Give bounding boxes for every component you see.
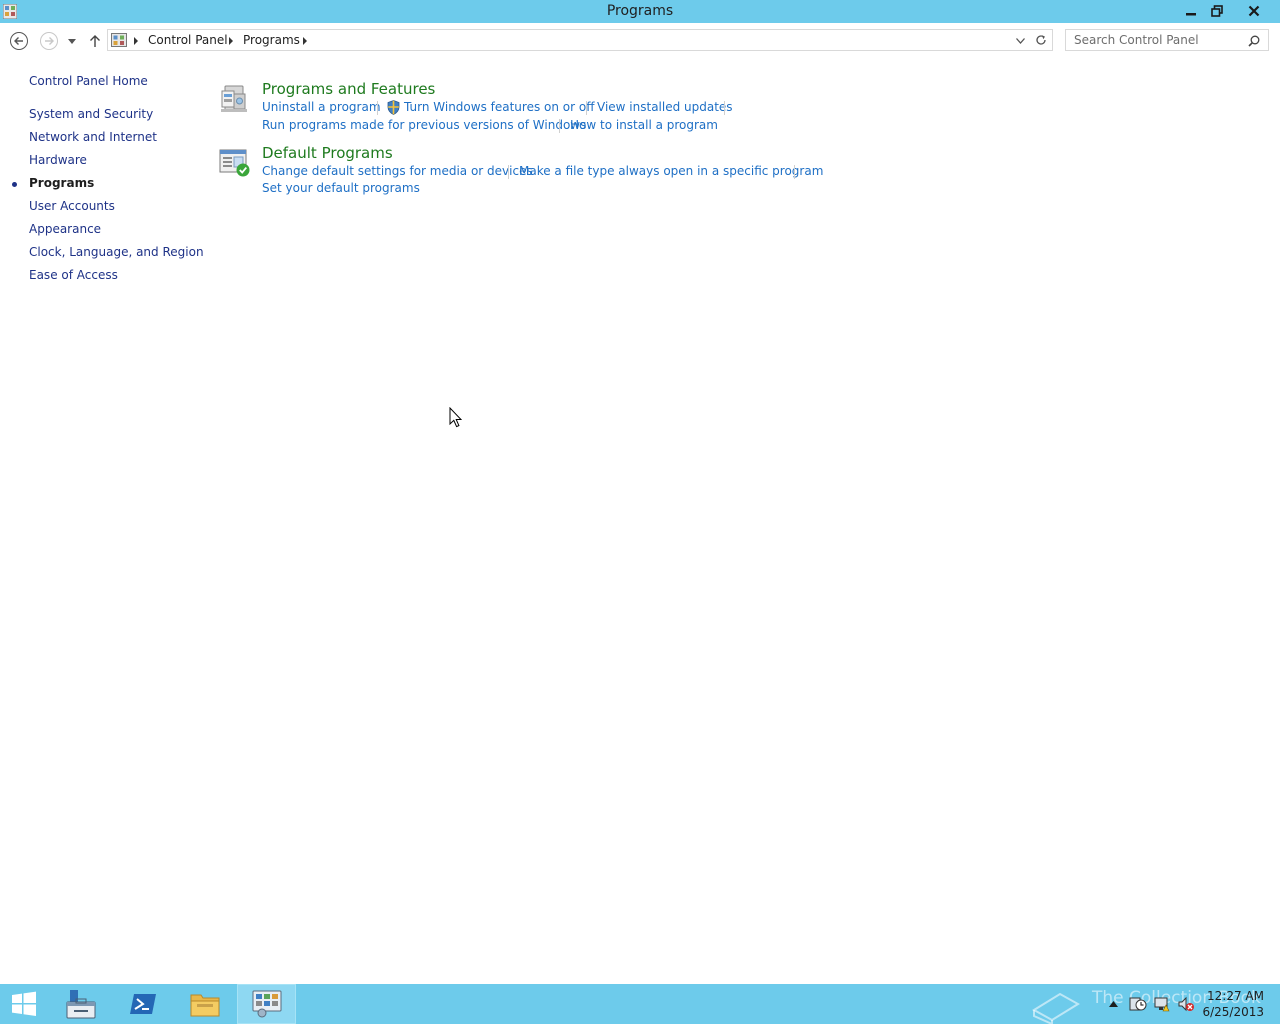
server-status-icon xyxy=(1129,997,1147,1011)
uninstall-program-link[interactable]: Uninstall a program xyxy=(262,100,381,114)
search-box[interactable] xyxy=(1065,29,1269,51)
breadcrumb-programs[interactable]: Programs xyxy=(243,33,300,47)
nav-hardware[interactable]: Hardware xyxy=(29,153,87,167)
how-to-install-program-link[interactable]: How to install a program xyxy=(570,118,718,132)
programs-features-icon[interactable] xyxy=(219,82,249,114)
taskbar: The Collection Book 12:27 AM 6/25/2013 xyxy=(0,984,1280,1024)
chevron-up-icon xyxy=(1108,1001,1118,1007)
control-panel-icon xyxy=(252,990,281,1018)
tray-volume-icon-button[interactable] xyxy=(1176,984,1196,1024)
show-hidden-icons-button[interactable] xyxy=(1104,984,1122,1024)
run-programs-previous-versions-link[interactable]: Run programs made for previous versions … xyxy=(262,118,586,132)
chevron-down-icon xyxy=(68,38,76,44)
make-file-type-open-link[interactable]: Make a file type always open in a specif… xyxy=(519,164,823,178)
nav-network-and-internet[interactable]: Network and Internet xyxy=(29,130,157,144)
recent-locations-button[interactable] xyxy=(66,36,78,46)
control-panel-home-link[interactable]: Control Panel Home xyxy=(29,74,148,88)
start-button[interactable] xyxy=(0,984,48,1024)
forward-button[interactable] xyxy=(39,31,59,51)
current-item-bullet xyxy=(12,182,17,187)
search-input[interactable] xyxy=(1066,30,1250,50)
minimize-button[interactable] xyxy=(1178,0,1204,21)
search-icon[interactable] xyxy=(1248,35,1260,47)
nav-programs[interactable]: Programs xyxy=(29,176,94,190)
clock-date: 6/25/2013 xyxy=(1202,1005,1264,1019)
nav-user-accounts[interactable]: User Accounts xyxy=(29,199,115,213)
link-separator xyxy=(794,165,795,179)
breadcrumb-separator-icon[interactable] xyxy=(134,37,138,45)
forward-arrow-icon xyxy=(40,32,58,50)
taskbar-clock[interactable]: 12:27 AM 6/25/2013 xyxy=(1202,988,1264,1020)
clock-time: 12:27 AM xyxy=(1207,989,1264,1003)
nav-system-and-security[interactable]: System and Security xyxy=(29,107,153,121)
nav-ease-of-access[interactable]: Ease of Access xyxy=(29,268,118,282)
link-separator xyxy=(377,101,378,115)
address-bar[interactable]: Control Panel Programs xyxy=(107,29,1053,51)
back-button[interactable] xyxy=(9,31,29,51)
watermark-book-icon xyxy=(1032,992,1080,1024)
up-button[interactable] xyxy=(87,32,103,50)
turn-windows-features-link[interactable]: Turn Windows features on or off xyxy=(404,100,595,114)
up-arrow-icon xyxy=(90,35,100,47)
breadcrumb-control-panel[interactable]: Control Panel xyxy=(148,33,228,47)
control-panel-icon xyxy=(111,33,127,47)
restore-button[interactable] xyxy=(1204,0,1230,21)
tray-network-icon-button[interactable] xyxy=(1152,984,1172,1024)
nav-clock-language-region[interactable]: Clock, Language, and Region xyxy=(29,245,204,259)
powershell-button[interactable] xyxy=(119,984,167,1024)
link-separator xyxy=(559,119,560,133)
server-manager-button[interactable] xyxy=(57,984,105,1024)
refresh-icon xyxy=(1036,35,1046,45)
link-separator xyxy=(724,101,725,115)
link-separator xyxy=(586,101,587,115)
file-explorer-button[interactable] xyxy=(181,984,229,1024)
network-warning-icon xyxy=(1154,997,1170,1012)
close-icon xyxy=(1248,5,1260,16)
set-default-programs-link[interactable]: Set your default programs xyxy=(262,181,420,195)
refresh-button[interactable] xyxy=(1034,33,1048,47)
minimize-icon xyxy=(1186,12,1196,15)
change-default-settings-media-link[interactable]: Change default settings for media or dev… xyxy=(262,164,533,178)
file-explorer-icon xyxy=(190,994,220,1017)
control-panel-taskbar-button[interactable] xyxy=(237,984,296,1024)
volume-muted-icon xyxy=(1178,996,1194,1012)
default-programs-title[interactable]: Default Programs xyxy=(262,144,393,162)
tray-server-icon-button[interactable] xyxy=(1128,984,1148,1024)
close-button[interactable] xyxy=(1232,0,1276,21)
breadcrumb-separator-icon[interactable] xyxy=(303,37,307,45)
breadcrumb-separator-icon[interactable] xyxy=(229,37,233,45)
uac-shield-icon xyxy=(387,100,400,115)
back-arrow-icon xyxy=(10,32,28,50)
address-history-dropdown[interactable] xyxy=(1014,36,1026,46)
powershell-icon xyxy=(130,994,156,1014)
title-bar: Programs xyxy=(0,0,1280,23)
mouse-pointer-icon xyxy=(449,407,462,428)
link-separator xyxy=(508,165,509,179)
default-programs-icon[interactable] xyxy=(219,148,251,178)
nav-appearance[interactable]: Appearance xyxy=(29,222,101,236)
navigation-bar: Control Panel Programs xyxy=(0,23,1280,58)
windows-logo-icon xyxy=(12,991,36,1016)
programs-and-features-title[interactable]: Programs and Features xyxy=(262,80,435,98)
chevron-down-icon xyxy=(1015,38,1025,44)
view-installed-updates-link[interactable]: View installed updates xyxy=(597,100,733,114)
window-title: Programs xyxy=(606,3,674,19)
restore-icon xyxy=(1211,4,1223,17)
server-manager-icon xyxy=(66,990,96,1019)
